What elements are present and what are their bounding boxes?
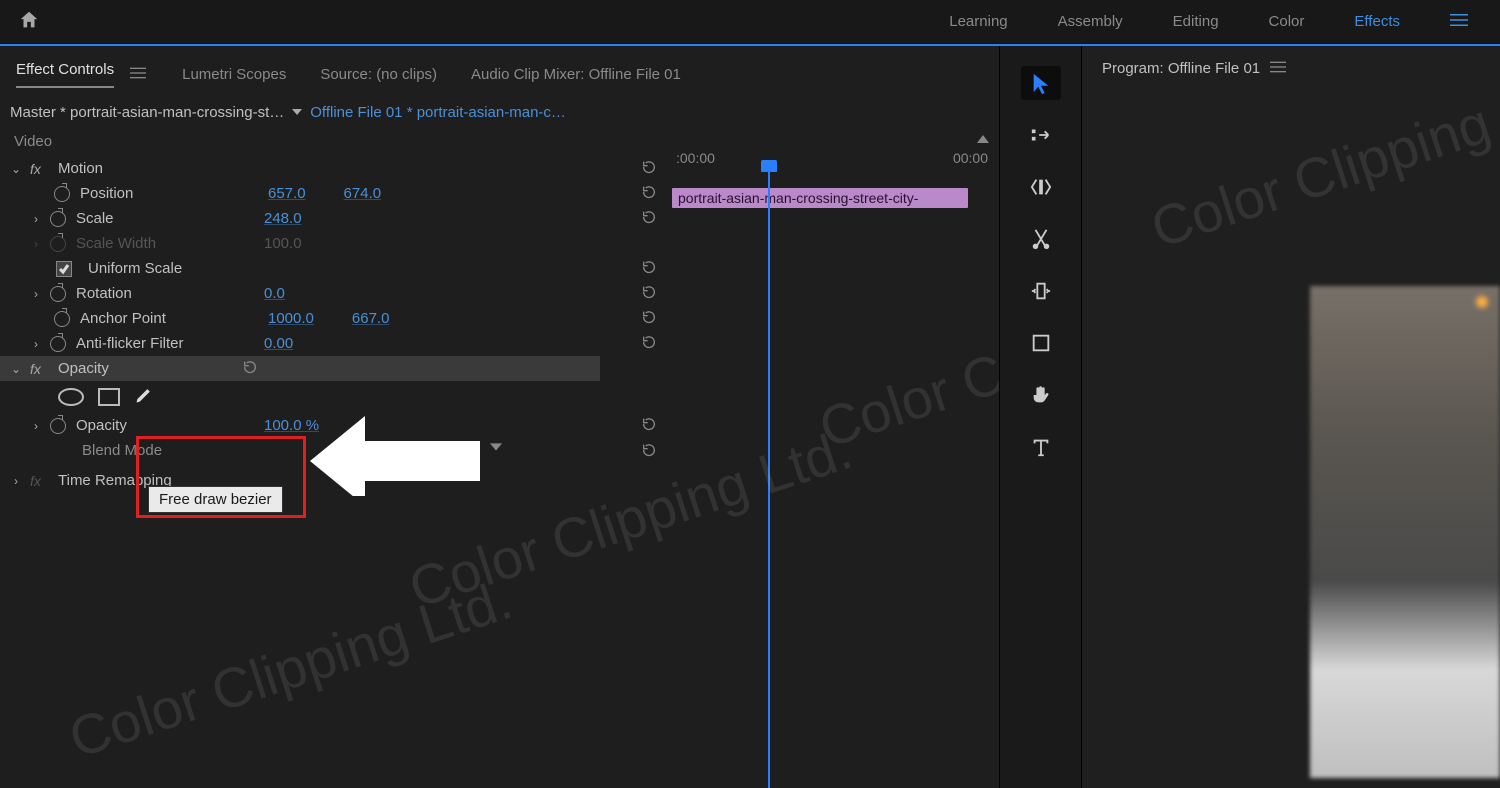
anchor-y[interactable]: 667.0 bbox=[352, 310, 390, 327]
caret-right-icon: › bbox=[30, 237, 42, 251]
reset-icon[interactable] bbox=[641, 184, 657, 204]
master-clip-name[interactable]: Master * portrait-asian-man-crossing-st… bbox=[10, 104, 284, 121]
fx-badge-icon[interactable]: fx bbox=[30, 361, 48, 377]
motion-label[interactable]: Motion bbox=[58, 160, 238, 177]
tab-effect-controls[interactable]: Effect Controls bbox=[16, 61, 114, 88]
panel-tabs: Effect Controls Lumetri Scopes Source: (… bbox=[0, 46, 999, 92]
program-title: Program: Offline File 01 bbox=[1102, 60, 1260, 77]
reset-icon[interactable] bbox=[641, 259, 657, 279]
tab-lumetri-scopes[interactable]: Lumetri Scopes bbox=[182, 66, 286, 83]
rectangle-mask-icon[interactable] bbox=[98, 388, 120, 406]
scale-value[interactable]: 248.0 bbox=[264, 210, 302, 227]
panel-menu-icon[interactable] bbox=[1270, 60, 1286, 77]
reset-icon[interactable] bbox=[641, 209, 657, 229]
fx-badge-icon[interactable]: fx bbox=[30, 473, 48, 489]
home-icon[interactable] bbox=[18, 9, 40, 35]
workspace-learning[interactable]: Learning bbox=[949, 13, 1007, 30]
antiflicker-label: Anti-flicker Filter bbox=[76, 335, 256, 352]
scale-width-label: Scale Width bbox=[76, 235, 256, 252]
slip-tool-icon[interactable] bbox=[1021, 274, 1061, 308]
sequence-clip-name[interactable]: Offline File 01 * portrait-asian-man-c… bbox=[310, 104, 566, 121]
reset-icon[interactable] bbox=[641, 442, 657, 462]
tool-strip bbox=[1000, 46, 1082, 788]
chevron-down-icon[interactable] bbox=[292, 104, 302, 121]
opacity-prop-label: Opacity bbox=[76, 417, 256, 434]
chevron-down-icon bbox=[490, 440, 502, 457]
reset-icon[interactable] bbox=[641, 159, 657, 179]
video-section: Video bbox=[0, 127, 999, 156]
caret-down-icon[interactable]: ⌄ bbox=[10, 162, 22, 176]
scale-width-value: 100.0 bbox=[264, 235, 302, 252]
antiflicker-value[interactable]: 0.00 bbox=[264, 335, 293, 352]
rectangle-tool-icon[interactable] bbox=[1021, 326, 1061, 360]
caret-down-icon[interactable]: ⌄ bbox=[10, 362, 22, 376]
workspace-editing[interactable]: Editing bbox=[1173, 13, 1219, 30]
caret-right-icon[interactable]: › bbox=[30, 212, 42, 226]
type-tool-icon[interactable] bbox=[1021, 430, 1061, 464]
uniform-scale-label: Uniform Scale bbox=[88, 260, 268, 277]
workspace-assembly[interactable]: Assembly bbox=[1058, 13, 1123, 30]
ellipse-mask-icon[interactable] bbox=[58, 388, 84, 406]
rotation-label: Rotation bbox=[76, 285, 256, 302]
workspace-effects[interactable]: Effects bbox=[1354, 13, 1400, 30]
reset-icon[interactable] bbox=[641, 309, 657, 329]
reset-icon[interactable] bbox=[641, 334, 657, 354]
workspace-menu-icon[interactable] bbox=[1450, 13, 1468, 31]
caret-right-icon[interactable]: › bbox=[30, 287, 42, 301]
workspace-color[interactable]: Color bbox=[1269, 13, 1305, 30]
scale-label: Scale bbox=[76, 210, 256, 227]
razor-tool-icon[interactable] bbox=[1021, 222, 1061, 256]
reset-icon[interactable] bbox=[242, 359, 258, 379]
track-select-forward-tool-icon[interactable] bbox=[1021, 118, 1061, 152]
watermark: Color Clipping Ltd. bbox=[61, 566, 519, 770]
position-label: Position bbox=[80, 185, 260, 202]
pen-mask-icon[interactable] bbox=[134, 385, 154, 409]
caret-right-icon[interactable]: › bbox=[30, 337, 42, 351]
reset-icon[interactable] bbox=[641, 284, 657, 304]
stopwatch-icon[interactable] bbox=[54, 186, 70, 202]
caret-right-icon[interactable]: › bbox=[10, 474, 22, 488]
tooltip: Free draw bezier bbox=[148, 486, 283, 513]
stopwatch-icon[interactable] bbox=[50, 336, 66, 352]
stopwatch-icon[interactable] bbox=[54, 311, 70, 327]
caret-right-icon[interactable]: › bbox=[30, 419, 42, 433]
opacity-label[interactable]: Opacity bbox=[58, 360, 238, 377]
anchor-x[interactable]: 1000.0 bbox=[268, 310, 314, 327]
tab-source[interactable]: Source: (no clips) bbox=[320, 66, 437, 83]
position-y[interactable]: 674.0 bbox=[344, 185, 382, 202]
stopwatch-icon[interactable] bbox=[50, 211, 66, 227]
video-section-label: Video bbox=[14, 133, 52, 150]
anchor-point-label: Anchor Point bbox=[80, 310, 260, 327]
workspace-tabs: Learning Assembly Editing Color Effects bbox=[949, 13, 1482, 31]
fx-badge-icon[interactable]: fx bbox=[30, 161, 48, 177]
stopwatch-icon bbox=[50, 236, 66, 252]
collapse-arrow-icon[interactable] bbox=[977, 135, 989, 143]
position-x[interactable]: 657.0 bbox=[268, 185, 306, 202]
hand-tool-icon[interactable] bbox=[1021, 378, 1061, 412]
annotation-arrow-icon bbox=[310, 406, 480, 500]
program-viewer[interactable] bbox=[1310, 286, 1500, 778]
stopwatch-icon[interactable] bbox=[50, 418, 66, 434]
stopwatch-icon[interactable] bbox=[50, 286, 66, 302]
reset-icon[interactable] bbox=[641, 416, 657, 436]
ripple-edit-tool-icon[interactable] bbox=[1021, 170, 1061, 204]
uniform-scale-checkbox[interactable] bbox=[56, 261, 72, 277]
rotation-value[interactable]: 0.0 bbox=[264, 285, 285, 302]
tab-audio-clip-mixer[interactable]: Audio Clip Mixer: Offline File 01 bbox=[471, 66, 681, 83]
selection-tool-icon[interactable] bbox=[1021, 66, 1061, 100]
blend-mode-label: Blend Mode bbox=[82, 442, 162, 459]
